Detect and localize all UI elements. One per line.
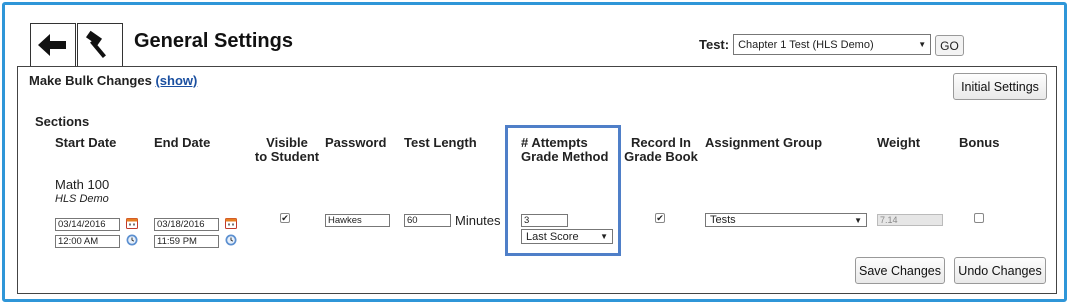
test-selector: Test: Chapter 1 Test (HLS Demo) ▼ <box>699 34 932 55</box>
go-button[interactable]: GO <box>935 35 964 56</box>
settings-frame: General Settings Test: Chapter 1 Test (H… <box>2 2 1067 302</box>
sections-heading: Sections <box>35 114 90 129</box>
page-title: General Settings <box>134 30 293 52</box>
weight-input: 7.14 <box>877 214 943 226</box>
assignment-group-value: Tests <box>710 214 736 226</box>
col-record-line1: Record In <box>631 135 691 150</box>
col-password: Password <box>325 135 387 150</box>
grade-method-select[interactable]: Last Score ▼ <box>521 229 613 244</box>
bulk-changes-label: Make Bulk Changes <box>29 73 152 88</box>
calendar-icon[interactable] <box>126 217 138 229</box>
initial-settings-button[interactable]: Initial Settings <box>953 73 1047 100</box>
bonus-checkbox[interactable] <box>974 213 984 223</box>
arrow-left-icon <box>38 34 66 56</box>
col-bonus: Bonus <box>959 135 1000 150</box>
visible-checkbox[interactable]: ✔ <box>280 213 290 223</box>
col-start-date: Start Date <box>55 135 117 150</box>
course-instructor: HLS Demo <box>55 193 109 205</box>
col-test-length: Test Length <box>404 135 477 150</box>
save-changes-button[interactable]: Save Changes <box>855 257 945 284</box>
grade-method-value: Last Score <box>526 230 579 243</box>
col-weight: Weight <box>877 135 921 150</box>
attempts-input[interactable]: 3 <box>521 214 568 227</box>
record-gradebook-checkbox[interactable]: ✔ <box>655 213 665 223</box>
bulk-show-link[interactable]: (show) <box>155 73 197 88</box>
undo-changes-button[interactable]: Undo Changes <box>954 257 1046 284</box>
col-end-date: End Date <box>154 135 211 150</box>
clock-icon[interactable] <box>225 234 237 246</box>
start-time-input[interactable]: 12:00 AM <box>55 235 120 248</box>
col-visible-line1: Visible <box>266 135 308 150</box>
bulk-changes: Make Bulk Changes (show) <box>29 73 197 88</box>
assignment-group-select[interactable]: Tests ▼ <box>705 213 867 227</box>
col-record-line2: Grade Book <box>624 149 698 164</box>
chevron-down-icon: ▼ <box>600 232 608 241</box>
chevron-down-icon: ▼ <box>918 40 927 49</box>
course-name: Math 100 <box>55 177 110 192</box>
col-assignment-group: Assignment Group <box>705 135 823 150</box>
test-select[interactable]: Chapter 1 Test (HLS Demo) ▼ <box>733 34 932 55</box>
password-input[interactable]: Hawkes <box>325 214 390 227</box>
minutes-label: Minutes <box>455 213 501 228</box>
back-button[interactable] <box>30 23 76 66</box>
checkmark-icon: ✔ <box>656 212 664 223</box>
chevron-down-icon: ▼ <box>854 215 862 225</box>
end-time-input[interactable]: 11:59 PM <box>154 235 219 248</box>
clock-icon[interactable] <box>126 234 138 246</box>
col-record: Record In Grade Book <box>624 136 698 164</box>
col-visible-line2: to Student <box>254 149 320 164</box>
test-length-input[interactable]: 60 <box>404 214 451 227</box>
checkmark-icon: ✔ <box>281 212 289 223</box>
calendar-icon[interactable] <box>225 217 237 229</box>
hammer-icon <box>85 30 106 58</box>
tools-button[interactable] <box>77 23 123 66</box>
col-visible: Visible to Student <box>254 136 320 164</box>
settings-panel: Make Bulk Changes (show) Initial Setting… <box>17 66 1057 294</box>
test-select-value: Chapter 1 Test (HLS Demo) <box>738 38 874 51</box>
start-date-input[interactable]: 03/14/2016 <box>55 218 120 231</box>
test-label: Test: <box>699 37 730 52</box>
end-date-input[interactable]: 03/18/2016 <box>154 218 219 231</box>
